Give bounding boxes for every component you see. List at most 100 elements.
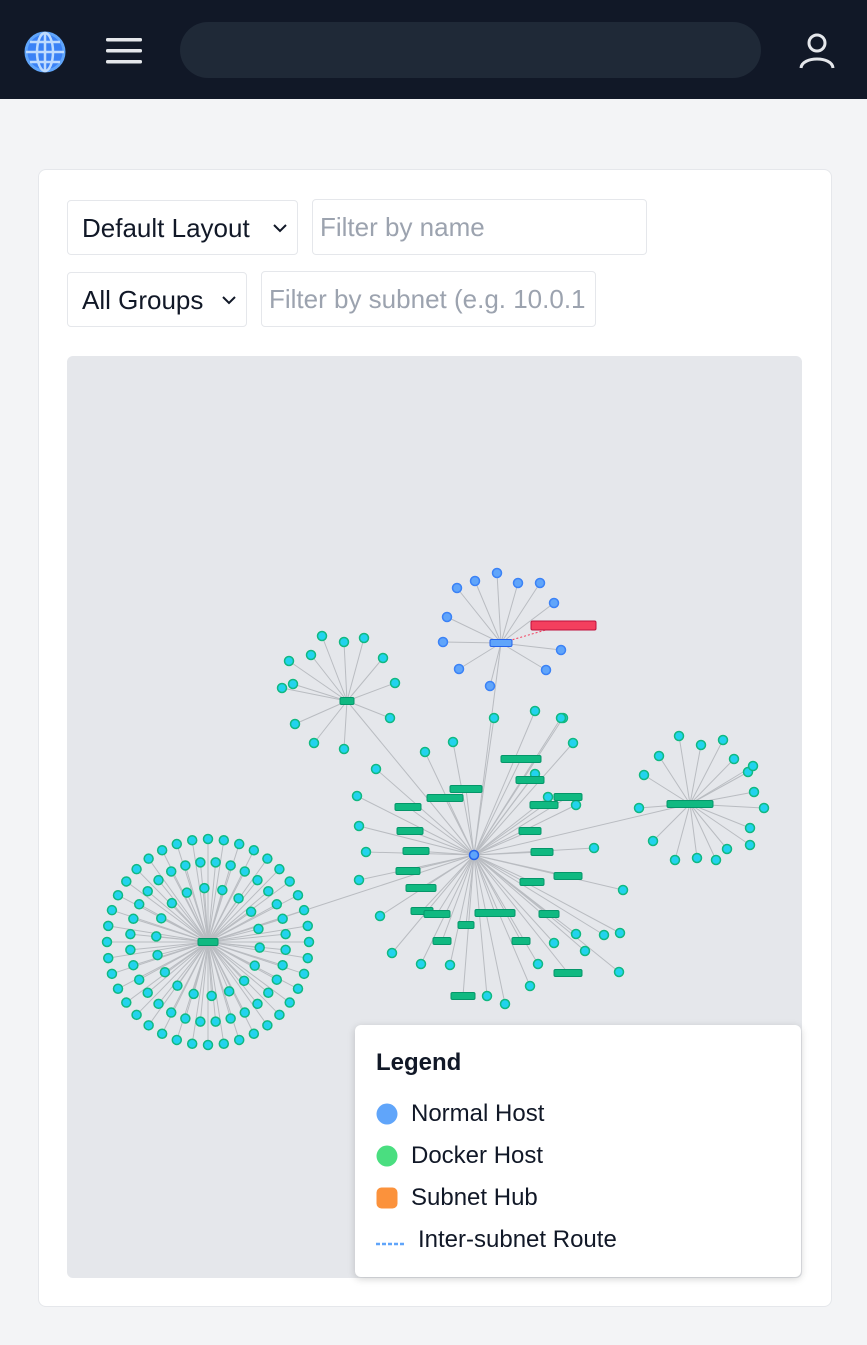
search-input[interactable] (180, 22, 761, 78)
docker-host-node[interactable] (225, 860, 236, 871)
docker-host-node[interactable] (386, 947, 398, 959)
docker-host-node[interactable] (125, 928, 136, 940)
docker-host-node[interactable] (302, 952, 314, 964)
docker-host-node[interactable] (284, 876, 295, 887)
layout-select[interactable]: Default Layout (67, 200, 298, 255)
docker-host-node[interactable] (303, 936, 315, 948)
docker-host-node[interactable] (171, 1034, 183, 1046)
docker-host-node[interactable] (669, 854, 681, 866)
normal-host-node[interactable] (441, 611, 453, 623)
docker-subnet-hub[interactable] (339, 697, 355, 705)
docker-host-node[interactable] (249, 960, 260, 971)
docker-host-node[interactable] (721, 843, 733, 855)
docker-host-node[interactable] (419, 746, 431, 758)
docker-subnet-hub[interactable] (529, 801, 559, 809)
docker-subnet-hub[interactable] (432, 937, 452, 945)
docker-host-node[interactable] (283, 655, 295, 667)
docker-host-node[interactable] (262, 853, 273, 864)
docker-host-node[interactable] (159, 966, 171, 978)
docker-host-node[interactable] (186, 1038, 198, 1049)
docker-subnet-hub[interactable] (553, 793, 583, 801)
central-host-node[interactable] (468, 849, 480, 861)
docker-host-node[interactable] (217, 884, 228, 896)
docker-host-node[interactable] (758, 802, 770, 814)
docker-host-node[interactable] (555, 712, 567, 724)
docker-host-node[interactable] (165, 866, 177, 877)
normal-host-node[interactable] (469, 575, 481, 587)
docker-host-node[interactable] (614, 927, 626, 939)
docker-host-node[interactable] (338, 743, 350, 755)
normal-host-node[interactable] (548, 597, 560, 609)
docker-host-node[interactable] (481, 990, 493, 1002)
docker-host-node[interactable] (254, 942, 265, 953)
docker-host-node[interactable] (165, 1007, 177, 1018)
docker-host-node[interactable] (302, 920, 314, 932)
docker-host-node[interactable] (245, 906, 257, 918)
docker-host-node[interactable] (389, 677, 401, 689)
docker-subnet-hub[interactable] (402, 847, 430, 855)
docker-host-node[interactable] (128, 913, 139, 925)
docker-host-node[interactable] (542, 791, 554, 803)
docker-subnet-hub[interactable] (450, 992, 476, 1000)
docker-host-node[interactable] (529, 705, 541, 717)
docker-host-node[interactable] (153, 874, 164, 886)
docker-host-node[interactable] (673, 730, 685, 742)
docker-host-node[interactable] (532, 958, 544, 970)
docker-host-node[interactable] (633, 802, 645, 814)
docker-host-node[interactable] (102, 952, 114, 964)
docker-host-node[interactable] (548, 937, 560, 949)
docker-host-node[interactable] (180, 860, 191, 871)
docker-host-node[interactable] (710, 854, 722, 866)
docker-host-node[interactable] (653, 750, 665, 762)
docker-host-node[interactable] (153, 998, 164, 1010)
docker-host-node[interactable] (133, 899, 145, 910)
docker-host-node[interactable] (647, 835, 659, 847)
docker-host-node[interactable] (252, 998, 263, 1010)
docker-subnet-hub[interactable] (197, 938, 219, 946)
docker-host-node[interactable] (166, 897, 178, 909)
docker-host-node[interactable] (121, 997, 132, 1008)
docker-host-node[interactable] (695, 739, 707, 751)
user-icon[interactable] (798, 32, 836, 70)
alert-node[interactable] (530, 620, 597, 631)
docker-host-node[interactable] (338, 636, 350, 648)
docker-host-node[interactable] (263, 987, 274, 999)
docker-subnet-hub[interactable] (666, 800, 714, 808)
docker-subnet-hub[interactable] (396, 827, 424, 835)
docker-host-node[interactable] (125, 944, 136, 956)
normal-host-node[interactable] (451, 582, 463, 594)
docker-host-node[interactable] (112, 983, 124, 995)
normal-subnet-hub[interactable] (489, 639, 513, 647)
docker-subnet-hub[interactable] (553, 969, 583, 977)
docker-host-node[interactable] (186, 835, 198, 846)
docker-host-node[interactable] (206, 990, 217, 1002)
docker-host-node[interactable] (233, 893, 244, 904)
docker-host-node[interactable] (195, 1016, 206, 1027)
docker-host-node[interactable] (691, 852, 703, 864)
docker-host-node[interactable] (717, 734, 729, 746)
docker-host-node[interactable] (353, 820, 365, 832)
docker-subnet-hub[interactable] (423, 910, 451, 918)
docker-host-node[interactable] (106, 904, 118, 916)
normal-host-node[interactable] (453, 663, 465, 675)
docker-host-node[interactable] (152, 949, 163, 961)
normal-host-node[interactable] (555, 644, 567, 656)
docker-host-node[interactable] (277, 913, 288, 925)
docker-host-node[interactable] (579, 945, 591, 957)
docker-host-node[interactable] (447, 736, 459, 748)
docker-host-node[interactable] (102, 920, 114, 932)
normal-host-node[interactable] (534, 577, 546, 589)
docker-host-node[interactable] (263, 885, 274, 897)
docker-host-node[interactable] (360, 846, 372, 858)
docker-subnet-hub[interactable] (500, 755, 542, 763)
docker-host-node[interactable] (233, 1034, 245, 1046)
docker-host-node[interactable] (156, 844, 168, 856)
docker-host-node[interactable] (112, 889, 124, 901)
docker-host-node[interactable] (598, 929, 610, 941)
subnet-filter-input[interactable]: Filter by subnet (e.g. 10.0.1 (261, 271, 596, 327)
docker-subnet-hub[interactable] (394, 803, 422, 811)
docker-host-node[interactable] (305, 649, 317, 661)
docker-host-node[interactable] (225, 1013, 236, 1024)
docker-host-node[interactable] (143, 1020, 154, 1031)
docker-host-node[interactable] (277, 959, 288, 971)
